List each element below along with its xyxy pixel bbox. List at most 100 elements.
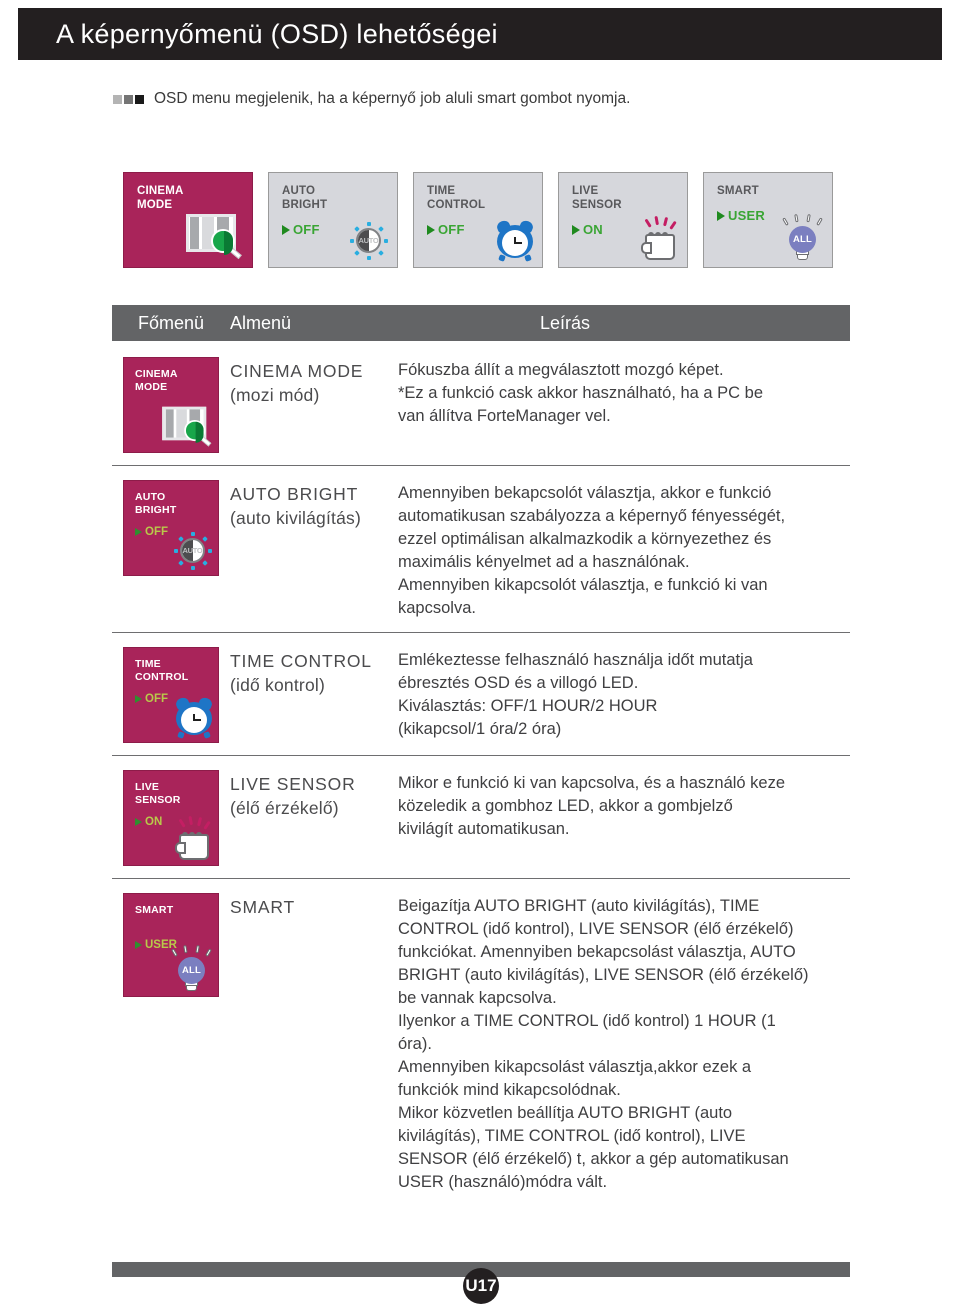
- description-line: funkciókat. Amennyiben bekapcsolást vála…: [398, 943, 796, 961]
- row-submenu-cell: CINEMA MODE (mozi mód): [230, 357, 398, 453]
- description-line: funkciók mind kikapcsolódnak.: [398, 1081, 621, 1099]
- description-line: óra).: [398, 1035, 432, 1053]
- osd-panel-title-line2: MODE: [137, 199, 173, 211]
- osd-panel-value-text: OFF: [438, 222, 465, 237]
- description-line: Kiválasztás: OFF/1 HOUR/2 HOUR: [398, 697, 658, 715]
- row-tile-cell: AUTO BRIGHT OFF AUTO: [112, 480, 230, 620]
- row-tile-cell: TIME CONTROL OFF: [112, 647, 230, 743]
- page-title-bar: A képernyőmenü (OSD) lehetőségei: [18, 8, 942, 60]
- description-line: Beigazítja AUTO BRIGHT (auto kivilágítás…: [398, 897, 760, 915]
- tile-title: LIVE SENSOR: [135, 781, 218, 807]
- play-triangle-icon: [135, 528, 142, 536]
- description-line: Mikor e funkció ki van kapcsolva, és a h…: [398, 774, 786, 792]
- row-tile-cell: SMART USER ALL: [112, 893, 230, 1194]
- auto-sun-icon: AUTO: [345, 218, 391, 262]
- table-row: LIVE SENSOR ON LIVE SENSOR (élő érzékelő…: [112, 755, 850, 878]
- osd-options-table: Főmenü Almenü Leírás CINEMA MODE CINEMA …: [112, 305, 850, 1206]
- osd-panel-title-line1: LIVE: [572, 185, 599, 197]
- light-bulb-all-icon: ALL: [780, 213, 826, 262]
- tile-title: SMART: [135, 904, 218, 917]
- row-description-cell: Mikor e funkció ki van kapcsolva, és a h…: [398, 770, 850, 866]
- row-tile-cell: LIVE SENSOR ON: [112, 770, 230, 866]
- submenu-translation: (auto kivilágítás): [230, 508, 362, 528]
- alarm-clock-icon: [494, 218, 536, 262]
- row-description-cell: Amennyiben bekapcsolót választja, akkor …: [398, 480, 850, 620]
- tile-cinema-mode: CINEMA MODE: [123, 357, 219, 453]
- cinema-magnifier-icon: [155, 401, 215, 449]
- tile-smart: SMART USER ALL: [123, 893, 219, 997]
- play-triangle-icon: [572, 224, 580, 235]
- row-submenu-cell: SMART: [230, 893, 398, 1194]
- play-triangle-icon: [135, 941, 142, 949]
- hand-touch-icon: [633, 215, 681, 262]
- tile-title-line2: SENSOR: [135, 794, 181, 806]
- osd-panel-title-line2: SENSOR: [572, 199, 622, 211]
- tile-title-line1: SMART: [135, 904, 174, 916]
- osd-panel-value-text: OFF: [293, 222, 320, 237]
- osd-panel-cinema-mode[interactable]: CINEMA MODE: [123, 172, 253, 268]
- tile-title-line2: MODE: [135, 381, 168, 393]
- description-line: ébresztés OSD és a villogó LED.: [398, 674, 639, 692]
- description-line: Amennyiben kikapcsolást választja,akkor …: [398, 1058, 752, 1076]
- osd-panel-title: LIVE SENSOR: [572, 184, 687, 212]
- description-line: maximális kényelmet ad a használónak.: [398, 553, 690, 571]
- alarm-clock-icon: [173, 695, 215, 739]
- osd-panel-title-line1: SMART: [717, 185, 759, 197]
- osd-panel-time-control[interactable]: TIME CONTROL OFF: [413, 172, 543, 268]
- row-submenu-cell: TIME CONTROL (idő kontrol): [230, 647, 398, 743]
- description-line: Mikor közvetlen beállítja AUTO BRIGHT (a…: [398, 1104, 733, 1122]
- cinema-magnifier-icon: [186, 214, 246, 262]
- description-line: közeledik a gombhoz LED, akkor a gombjel…: [398, 797, 733, 815]
- description-line: BRIGHT (auto kivilágítás), LIVE SENSOR (…: [398, 966, 809, 984]
- row-submenu-cell: AUTO BRIGHT (auto kivilágítás): [230, 480, 398, 620]
- submenu-name: LIVE SENSOR: [230, 774, 356, 794]
- tile-auto-bright: AUTO BRIGHT OFF AUTO: [123, 480, 219, 576]
- hand-touch-icon: [167, 815, 215, 862]
- tile-live-sensor: LIVE SENSOR ON: [123, 770, 219, 866]
- description-line: Ilyenkor a TIME CONTROL (idő kontrol) 1 …: [398, 1012, 776, 1030]
- play-triangle-icon: [135, 695, 142, 703]
- table-row: TIME CONTROL OFF TIME CONTROL (idő kontr…: [112, 632, 850, 755]
- description-line: Emlékeztesse felhasználó használja időt …: [398, 651, 753, 669]
- tile-value-text: OFF: [145, 693, 168, 705]
- page-root: A képernyőmenü (OSD) lehetőségei OSD men…: [0, 0, 960, 1310]
- page-title: A képernyőmenü (OSD) lehetőségei: [56, 18, 498, 49]
- auto-sun-icon: AUTO: [169, 528, 215, 572]
- bullet-square-dark-icon: [135, 94, 144, 104]
- osd-panel-title-line2: BRIGHT: [282, 199, 328, 211]
- tile-title-line1: TIME: [135, 658, 161, 670]
- intro-note: OSD menu megjelenik, ha a képernyő job a…: [113, 90, 630, 108]
- row-description-cell: Beigazítja AUTO BRIGHT (auto kivilágítás…: [398, 893, 850, 1194]
- bullet-square-light-icon: [113, 94, 122, 104]
- description-line: be vannak kapcsolva.: [398, 989, 557, 1007]
- description-line: Amennyiben kikapcsolót választja, e funk…: [398, 576, 768, 594]
- description-line: *Ez a funkció cask akkor használható, ha…: [398, 384, 764, 402]
- intro-text: OSD menu megjelenik, ha a képernyő job a…: [154, 90, 631, 107]
- description-line: SENSOR (élő érzékelő) t, akkor a gép aut…: [398, 1150, 789, 1168]
- play-triangle-icon: [717, 210, 725, 221]
- row-description-cell: Emlékeztesse felhasználó használja időt …: [398, 647, 850, 743]
- osd-panel-title: TIME CONTROL: [427, 184, 542, 212]
- description-line: kapcsolva.: [398, 599, 476, 617]
- osd-panel-smart[interactable]: SMART USER ALL: [703, 172, 833, 268]
- tile-title-line1: CINEMA: [135, 368, 178, 380]
- osd-panel-title-line1: AUTO: [282, 185, 316, 197]
- tile-value-text: OFF: [145, 526, 168, 538]
- submenu-name: CINEMA MODE: [230, 361, 364, 381]
- osd-panel-title: CINEMA MODE: [137, 184, 252, 212]
- description-line: Amennyiben bekapcsolót választja, akkor …: [398, 484, 772, 502]
- osd-panel-auto-bright[interactable]: AUTO BRIGHT OFF AUTO: [268, 172, 398, 268]
- table-row: CINEMA MODE CINEMA MODE (mozi mód) Fókus…: [112, 341, 850, 465]
- light-bulb-all-icon: ALL: [169, 944, 215, 993]
- osd-panel-value-text: USER: [728, 208, 765, 223]
- tile-title: TIME CONTROL: [135, 658, 218, 684]
- play-triangle-icon: [135, 818, 142, 826]
- osd-panel-title: AUTO BRIGHT: [282, 184, 397, 212]
- submenu-name: AUTO BRIGHT: [230, 484, 359, 504]
- description-line: kivilágít automatikusan.: [398, 820, 570, 838]
- page-number-badge: U17: [463, 1268, 499, 1304]
- submenu-translation: (élő érzékelő): [230, 798, 339, 818]
- table-row: AUTO BRIGHT OFF AUTO AUTO BRIGHT (auto k…: [112, 465, 850, 632]
- osd-panel-live-sensor[interactable]: LIVE SENSOR ON: [558, 172, 688, 268]
- description-line: Fókuszba állít a megválasztott mozgó kép…: [398, 361, 724, 379]
